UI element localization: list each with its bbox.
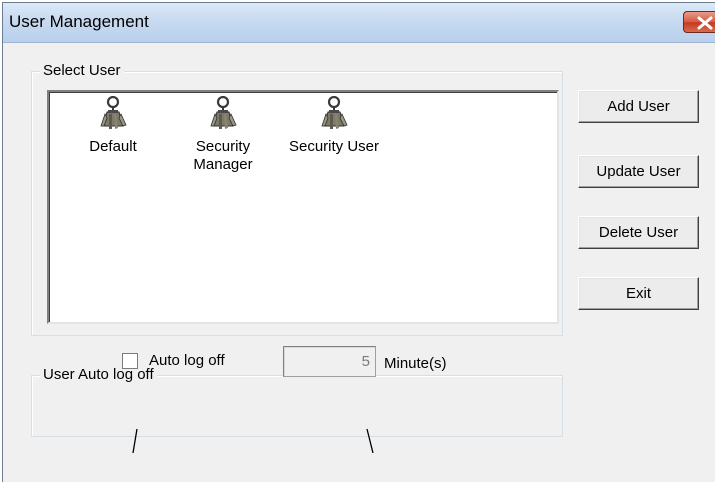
- callout-line-checkbox: [132, 428, 138, 453]
- callout-line-minutes: [366, 428, 374, 453]
- callout-lines: [132, 428, 374, 453]
